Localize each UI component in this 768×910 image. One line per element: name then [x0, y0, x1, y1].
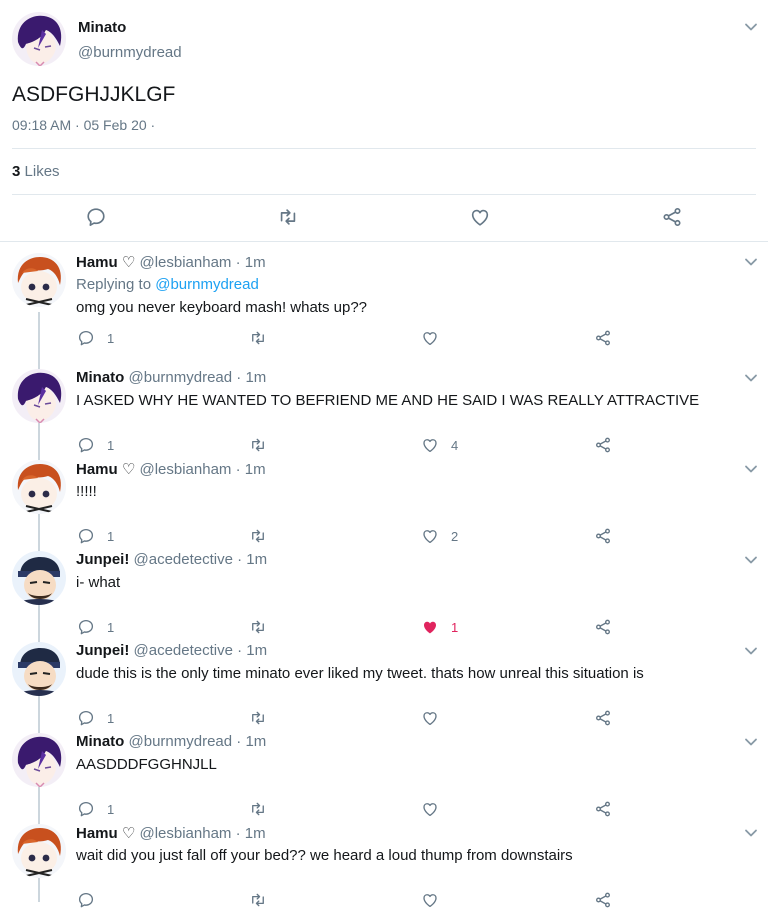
- share-button[interactable]: [594, 891, 612, 909]
- replying-to-label: Replying to: [76, 276, 152, 293]
- avatar-image: [12, 642, 66, 696]
- chevron-down-icon[interactable]: [744, 464, 758, 474]
- reply-button[interactable]: [85, 206, 107, 228]
- avatar-image: [12, 824, 66, 878]
- reply-header: Minato @burnmydread · 1m: [76, 733, 266, 750]
- retweet-icon: [249, 329, 267, 347]
- avatar[interactable]: [12, 642, 66, 696]
- chevron-down-icon[interactable]: [744, 373, 758, 383]
- avatar[interactable]: [12, 253, 66, 307]
- reply-icon: [85, 206, 107, 228]
- reply-button[interactable]: [77, 891, 107, 909]
- share-button[interactable]: [594, 329, 612, 347]
- avatar-image: [12, 12, 66, 66]
- reply-text: dude this is the only time minato ever l…: [76, 665, 644, 682]
- like-button[interactable]: [469, 206, 491, 228]
- chevron-down-icon[interactable]: [744, 555, 758, 565]
- chevron-down-icon[interactable]: [744, 22, 758, 32]
- likes-label: Likes: [24, 163, 60, 180]
- avatar-image: [12, 733, 66, 787]
- reply-icon: [77, 329, 95, 347]
- author-name[interactable]: Hamu ♡: [76, 461, 135, 478]
- author-handle[interactable]: @burnmydread · 1m: [129, 733, 267, 750]
- reply-header: Minato @burnmydread · 1m: [76, 369, 266, 386]
- reply-header: Junpei! @acedetective · 1m: [76, 642, 267, 659]
- reply-tweet[interactable]: Junpei! @acedetective · 1m i- what 1 1: [0, 540, 768, 631]
- retweet-button[interactable]: [249, 329, 267, 347]
- avatar[interactable]: [12, 824, 66, 878]
- like-button[interactable]: [421, 891, 451, 909]
- reply-text: I ASKED WHY HE WANTED TO BEFRIEND ME AND…: [76, 392, 700, 409]
- reply-tweet[interactable]: Junpei! @acedetective · 1m dude this is …: [0, 631, 768, 722]
- author-handle[interactable]: @acedetective · 1m: [134, 642, 268, 659]
- retweet-button[interactable]: [277, 206, 299, 228]
- avatar[interactable]: [12, 551, 66, 605]
- reply-tweet[interactable]: Hamu ♡ @lesbianham · 1m !!!!! 1 2: [0, 449, 768, 540]
- likes-summary[interactable]: 3 Likes: [12, 163, 60, 180]
- reply-header: Hamu ♡ @lesbianham · 1m: [76, 824, 266, 842]
- author-handle[interactable]: @burnmydread: [78, 44, 182, 61]
- author-name[interactable]: Junpei!: [76, 551, 129, 568]
- reply-text: !!!!!: [76, 483, 97, 500]
- avatar-image: [12, 460, 66, 514]
- share-icon: [594, 891, 612, 909]
- reply-header: Hamu ♡ @lesbianham · 1m: [76, 460, 266, 478]
- share-icon: [594, 329, 612, 347]
- heart-icon: [469, 206, 491, 228]
- replying-to: Replying to @burnmydread: [76, 276, 259, 293]
- retweet-button[interactable]: [249, 891, 267, 909]
- avatar[interactable]: [12, 12, 66, 66]
- author-handle[interactable]: @acedetective · 1m: [134, 551, 268, 568]
- reply-text: AASDDDFGGHNJLL: [76, 756, 217, 773]
- heart-icon: [421, 891, 439, 909]
- author-handle[interactable]: @lesbianham · 1m: [139, 461, 265, 478]
- author-name[interactable]: Junpei!: [76, 642, 129, 659]
- chevron-down-icon[interactable]: [744, 737, 758, 747]
- share-button[interactable]: [661, 206, 683, 228]
- author-name[interactable]: Hamu ♡: [76, 825, 135, 842]
- author-name[interactable]: Minato: [76, 733, 124, 750]
- avatar[interactable]: [12, 733, 66, 787]
- reply-tweet[interactable]: Minato @burnmydread · 1m AASDDDFGGHNJLL …: [0, 722, 768, 813]
- like-button[interactable]: [421, 329, 451, 347]
- author-handle[interactable]: @lesbianham · 1m: [139, 254, 265, 271]
- reply-tweet[interactable]: Hamu ♡ @lesbianham · 1m wait did you jus…: [0, 813, 768, 904]
- reply-header: Hamu ♡ @lesbianham · 1m: [76, 253, 266, 271]
- reply-count: 1: [107, 330, 115, 346]
- reply-tweet[interactable]: Minato @burnmydread · 1m I ASKED WHY HE …: [0, 358, 768, 449]
- author-handle[interactable]: @lesbianham · 1m: [139, 825, 265, 842]
- chevron-down-icon[interactable]: [744, 257, 758, 267]
- avatar-image: [12, 551, 66, 605]
- author-name[interactable]: Minato: [78, 19, 126, 36]
- retweet-icon: [277, 206, 299, 228]
- author-name[interactable]: Minato: [76, 369, 124, 386]
- divider: [12, 148, 756, 149]
- likes-count: 3: [12, 163, 21, 180]
- reply-header: Junpei! @acedetective · 1m: [76, 551, 267, 568]
- tweet-timestamp: 09:18 AM · 05 Feb 20 ·: [12, 117, 156, 133]
- replying-to-link[interactable]: @burnmydread: [155, 276, 259, 293]
- avatar-image: [12, 253, 66, 307]
- share-icon: [661, 206, 683, 228]
- reply-icon: [77, 891, 95, 909]
- author-handle[interactable]: @burnmydread · 1m: [129, 369, 267, 386]
- avatar[interactable]: [12, 460, 66, 514]
- chevron-down-icon[interactable]: [744, 828, 758, 838]
- avatar[interactable]: [12, 369, 66, 423]
- reply-button[interactable]: 1: [77, 329, 114, 347]
- reply-text: omg you never keyboard mash! whats up??: [76, 299, 367, 316]
- avatar-image: [12, 369, 66, 423]
- reply-text: i- what: [76, 574, 121, 591]
- chevron-down-icon[interactable]: [744, 646, 758, 656]
- retweet-icon: [249, 891, 267, 909]
- divider: [12, 194, 756, 195]
- reply-tweet[interactable]: Hamu ♡ @lesbianham · 1m Replying to @bur…: [0, 242, 768, 333]
- reply-text: wait did you just fall off your bed?? we…: [76, 847, 573, 864]
- tweet-text: ASDFGHJJKLGF: [12, 83, 176, 106]
- author-name[interactable]: Hamu ♡: [76, 254, 135, 271]
- heart-icon: [421, 329, 439, 347]
